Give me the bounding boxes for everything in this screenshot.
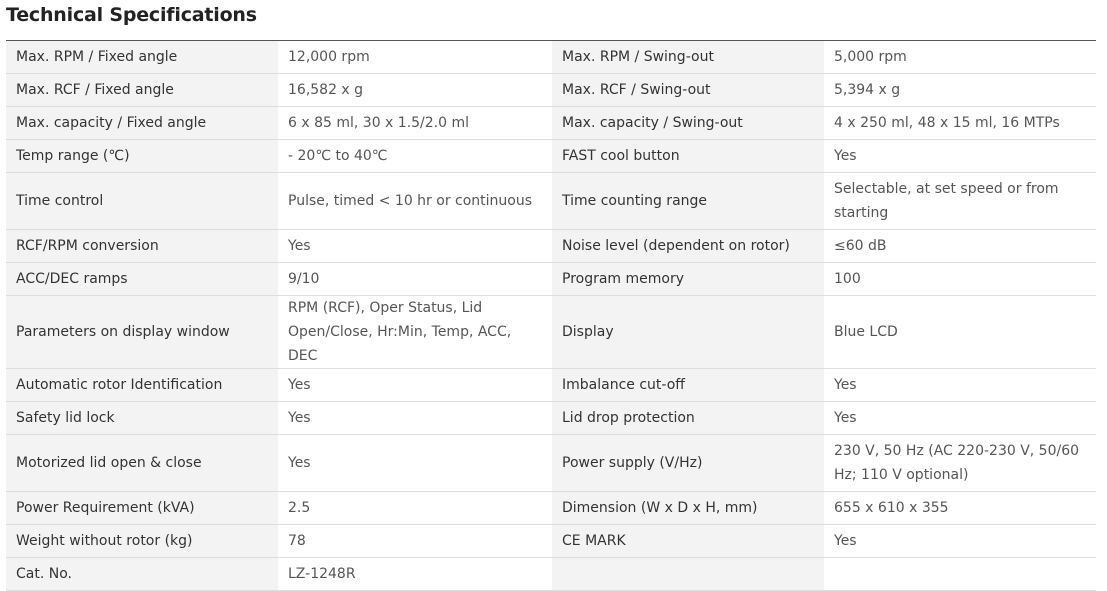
spec-value: Pulse, timed < 10 hr or continuous	[278, 172, 552, 230]
spec-label: Noise level (dependent on rotor)	[552, 229, 824, 263]
table-row: Max. RCF / Fixed angle 16,582 x g Max. RCF…	[6, 73, 1096, 107]
table-row: Max. capacity / Fixed angle 6 x 85 ml, 30…	[6, 106, 1096, 140]
spec-label: Max. RCF / Swing-out	[552, 73, 824, 107]
spec-value: LZ-1248R	[278, 557, 552, 591]
spec-label: Max. RPM / Fixed angle	[6, 41, 278, 74]
spec-label: Weight without rotor (kg)	[6, 524, 278, 558]
spec-table-body: Max. RPM / Fixed angle 12,000 rpm Max. RPM…	[6, 41, 1096, 591]
spec-value: 78	[278, 524, 552, 558]
spec-label: Max. capacity / Swing-out	[552, 106, 824, 140]
spec-label: Time control	[6, 172, 278, 230]
spec-value: Yes	[278, 368, 552, 402]
spec-value: 5,394 x g	[824, 73, 1096, 107]
spec-value: 4 x 250 ml, 48 x 15 ml, 16 MTPs	[824, 106, 1096, 140]
spec-label: Power supply (V/Hz)	[552, 434, 824, 492]
table-row: RCF/RPM conversion Yes Noise level (depend…	[6, 229, 1096, 263]
spec-label: RCF/RPM conversion	[6, 229, 278, 263]
table-row: ACC/DEC ramps 9/10 Program memory 100	[6, 262, 1096, 296]
spec-label: Lid drop protection	[552, 401, 824, 435]
spec-value: - 20℃ to 40℃	[278, 139, 552, 173]
spec-label: CE MARK	[552, 524, 824, 558]
spec-value: 16,582 x g	[278, 73, 552, 107]
spec-label: Program memory	[552, 262, 824, 296]
spec-value: 12,000 rpm	[278, 41, 552, 74]
spec-value: Yes	[824, 139, 1096, 173]
table-row: Max. RPM / Fixed angle 12,000 rpm Max. RPM…	[6, 41, 1096, 74]
spec-label: Dimension (W x D x H, mm)	[552, 491, 824, 525]
spec-label: Time counting range	[552, 172, 824, 230]
table-row: Power Requirement (kVA) 2.5 Dimension (W x…	[6, 491, 1096, 525]
spec-value	[824, 557, 1096, 591]
spec-label: Max. capacity / Fixed angle	[6, 106, 278, 140]
table-row: Parameters on display window RPM (RCF), O…	[6, 295, 1096, 369]
spec-value: 230 V, 50 Hz (AC 220-230 V, 50/60 Hz; 11…	[824, 434, 1096, 492]
spec-value: 5,000 rpm	[824, 41, 1096, 74]
spec-label: Safety lid lock	[6, 401, 278, 435]
spec-label: Temp range (℃)	[6, 139, 278, 173]
spec-label: Parameters on display window	[6, 295, 278, 369]
spec-label: Automatic rotor Identification	[6, 368, 278, 402]
table-row: Motorized lid open & close Yes Power suppl…	[6, 434, 1096, 492]
spec-label: Cat. No.	[6, 557, 278, 591]
spec-value: Yes	[824, 368, 1096, 402]
spec-value: 9/10	[278, 262, 552, 296]
spec-label: Display	[552, 295, 824, 369]
spec-value: Yes	[278, 401, 552, 435]
spec-value: 6 x 85 ml, 30 x 1.5/2.0 ml	[278, 106, 552, 140]
table-row: Weight without rotor (kg) 78 CE MARK Yes	[6, 524, 1096, 558]
spec-label: Power Requirement (kVA)	[6, 491, 278, 525]
table-row: Automatic rotor Identification Yes Imbalan…	[6, 368, 1096, 402]
spec-value: Yes	[278, 434, 552, 492]
spec-label: FAST cool button	[552, 139, 824, 173]
spec-label: ACC/DEC ramps	[6, 262, 278, 296]
spec-value: Yes	[824, 401, 1096, 435]
spec-label: Max. RPM / Swing-out	[552, 41, 824, 74]
spec-label	[552, 557, 824, 591]
page: Technical Specifications Max. RPM / Fixe…	[0, 0, 1107, 591]
spec-label: Imbalance cut-off	[552, 368, 824, 402]
spec-value: ≤60 dB	[824, 229, 1096, 263]
table-row: Temp range (℃) - 20℃ to 40℃ FAST cool butt…	[6, 139, 1096, 173]
section-title: Technical Specifications	[6, 4, 257, 26]
table-row: Time control Pulse, timed < 10 hr or cont…	[6, 172, 1096, 230]
spec-value: RPM (RCF), Oper Status, Lid Open/Close, …	[278, 295, 552, 369]
spec-value: 100	[824, 262, 1096, 296]
spec-label: Motorized lid open & close	[6, 434, 278, 492]
spec-value: 655 x 610 x 355	[824, 491, 1096, 525]
spec-value: Yes	[278, 229, 552, 263]
spec-label: Max. RCF / Fixed angle	[6, 73, 278, 107]
spec-value: Selectable, at set speed or from startin…	[824, 172, 1096, 230]
spec-value: Blue LCD	[824, 295, 1096, 369]
spec-value: Yes	[824, 524, 1096, 558]
table-row: Safety lid lock Yes Lid drop protection Yes	[6, 401, 1096, 435]
table-row: Cat. No. LZ-1248R	[6, 557, 1096, 591]
spec-table: Max. RPM / Fixed angle 12,000 rpm Max. RPM…	[6, 41, 1096, 591]
spec-value: 2.5	[278, 491, 552, 525]
